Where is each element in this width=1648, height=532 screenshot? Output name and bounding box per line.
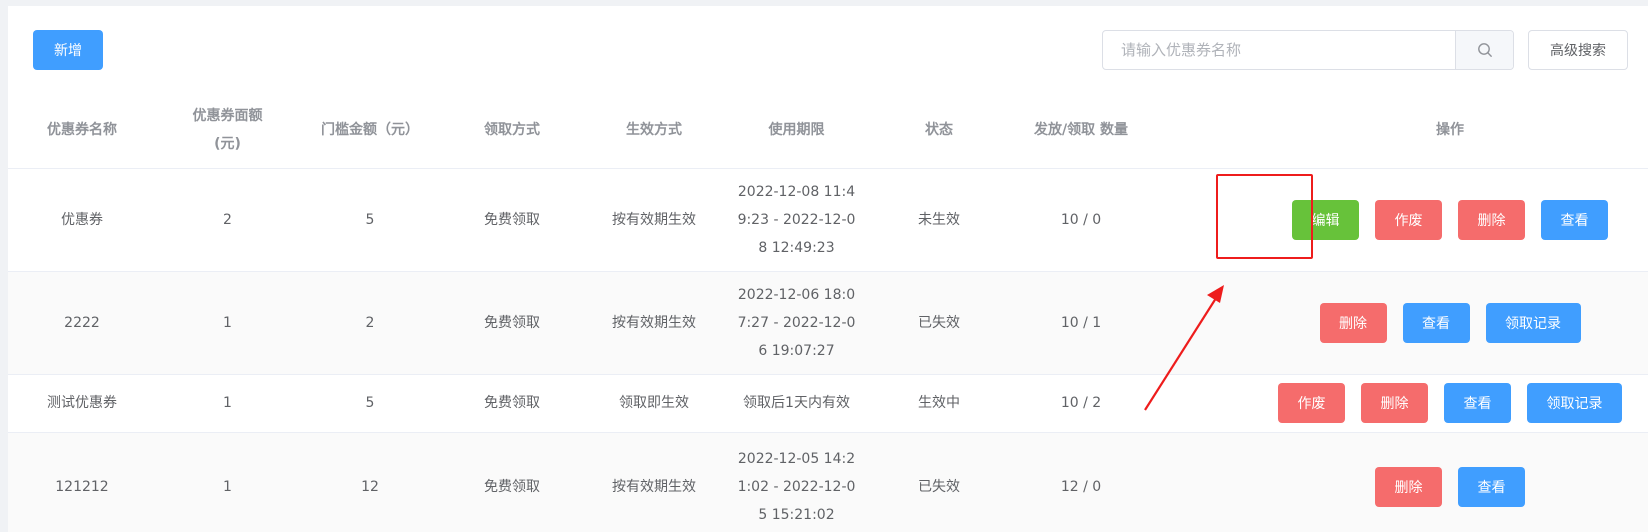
cell-status: 已失效 bbox=[868, 432, 1010, 532]
header-effective-method: 生效方式 bbox=[583, 92, 725, 169]
cell-threshold: 12 bbox=[299, 432, 441, 532]
header-quantity: 发放/领取 数量 bbox=[1010, 92, 1152, 169]
table-row: 2222 1 2 免费领取 按有效期生效 2022-12-06 18:0 7:2… bbox=[8, 271, 1648, 375]
cell-threshold: 5 bbox=[299, 374, 441, 433]
header-face-value-line2: (元) bbox=[214, 135, 241, 152]
search-button[interactable] bbox=[1455, 31, 1513, 69]
cell-face-value: 1 bbox=[156, 432, 299, 532]
cell-actions: 作废 删除 查看 领取记录 bbox=[1152, 374, 1648, 433]
receive-records-button[interactable]: 领取记录 bbox=[1527, 383, 1622, 423]
validity-line: 2022-12-08 11:4 bbox=[737, 183, 856, 200]
advanced-search-button[interactable]: 高级搜索 bbox=[1528, 30, 1628, 70]
view-button[interactable]: 查看 bbox=[1541, 199, 1608, 240]
coupon-list-panel: 新增 高级搜索 优惠券名称 优惠券面额 (元) bbox=[8, 6, 1648, 532]
cell-name: 2222 bbox=[8, 271, 156, 375]
cell-actions: 删除 查看 bbox=[1152, 432, 1648, 532]
void-button[interactable]: 作废 bbox=[1375, 199, 1442, 240]
delete-button[interactable]: 删除 bbox=[1375, 467, 1442, 507]
header-actions: 操作 bbox=[1152, 92, 1648, 169]
header-face-value: 优惠券面额 (元) bbox=[156, 92, 299, 169]
header-face-value-line1: 优惠券面额 bbox=[192, 107, 263, 124]
validity-line: 2022-12-05 14:2 bbox=[737, 451, 856, 467]
add-coupon-button[interactable]: 新增 bbox=[33, 30, 103, 70]
coupon-name-search-input[interactable] bbox=[1103, 31, 1455, 69]
toolbar: 新增 高级搜索 bbox=[8, 6, 1648, 92]
cell-status: 已失效 bbox=[868, 271, 1010, 375]
cell-validity: 2022-12-08 11:4 9:23 - 2022-12-0 8 12:49… bbox=[725, 168, 868, 272]
table-row: 121212 1 12 免费领取 按有效期生效 2022-12-05 14:2 … bbox=[8, 432, 1648, 532]
cell-effective-method: 按有效期生效 bbox=[583, 271, 725, 375]
action-group: 作废 删除 查看 领取记录 bbox=[1158, 383, 1648, 423]
action-group: 删除 查看 bbox=[1158, 467, 1648, 507]
cell-receive-method: 免费领取 bbox=[441, 168, 583, 272]
edit-button[interactable]: 编辑 bbox=[1292, 199, 1359, 240]
cell-face-value: 1 bbox=[156, 271, 299, 375]
cell-quantity: 10 / 1 bbox=[1010, 271, 1152, 375]
cell-status: 生效中 bbox=[868, 374, 1010, 433]
action-group: 编辑 作废 删除 查看 bbox=[1158, 199, 1648, 240]
header-receive-method: 领取方式 bbox=[441, 92, 583, 169]
validity-line: 1:02 - 2022-12-0 bbox=[737, 479, 856, 495]
search-box bbox=[1102, 30, 1514, 70]
receive-records-button[interactable]: 领取记录 bbox=[1485, 302, 1581, 343]
cell-name: 优惠券 bbox=[8, 168, 156, 272]
header-status: 状态 bbox=[868, 92, 1010, 169]
validity-line: 6 19:07:27 bbox=[758, 342, 835, 359]
cell-receive-method: 免费领取 bbox=[441, 271, 583, 375]
cell-face-value: 2 bbox=[156, 168, 299, 272]
cell-name: 121212 bbox=[8, 432, 156, 532]
cell-threshold: 2 bbox=[299, 271, 441, 375]
validity-line: 2022-12-06 18:0 bbox=[737, 286, 856, 303]
header-name: 优惠券名称 bbox=[8, 92, 156, 169]
cell-quantity: 10 / 0 bbox=[1010, 168, 1152, 272]
cell-face-value: 1 bbox=[156, 374, 299, 433]
cell-quantity: 10 / 2 bbox=[1010, 374, 1152, 433]
action-group: 删除 查看 领取记录 bbox=[1158, 302, 1648, 343]
cell-validity: 2022-12-05 14:2 1:02 - 2022-12-0 5 15:21… bbox=[725, 432, 868, 532]
void-button[interactable]: 作废 bbox=[1278, 383, 1345, 423]
cell-status: 未生效 bbox=[868, 168, 1010, 272]
validity-line: 5 15:21:02 bbox=[758, 507, 835, 523]
cell-actions: 编辑 作废 删除 查看 bbox=[1152, 168, 1648, 272]
cell-validity: 2022-12-06 18:0 7:27 - 2022-12-0 6 19:07… bbox=[725, 271, 868, 375]
cell-effective-method: 领取即生效 bbox=[583, 374, 725, 433]
cell-effective-method: 按有效期生效 bbox=[583, 432, 725, 532]
cell-receive-method: 免费领取 bbox=[441, 432, 583, 532]
delete-button[interactable]: 删除 bbox=[1319, 302, 1387, 343]
cell-name: 测试优惠券 bbox=[8, 374, 156, 433]
cell-actions: 删除 查看 领取记录 bbox=[1152, 271, 1648, 375]
view-button[interactable]: 查看 bbox=[1458, 467, 1525, 507]
validity-line: 8 12:49:23 bbox=[758, 239, 835, 256]
view-button[interactable]: 查看 bbox=[1444, 383, 1511, 423]
view-button[interactable]: 查看 bbox=[1402, 302, 1470, 343]
table-header-row: 优惠券名称 优惠券面额 (元) 门槛金额（元） 领取方式 生效方式 使用期限 状… bbox=[8, 92, 1648, 169]
delete-button[interactable]: 删除 bbox=[1361, 383, 1428, 423]
table-row: 测试优惠券 1 5 免费领取 领取即生效 领取后1天内有效 生效中 10 / 2… bbox=[8, 374, 1648, 433]
coupon-table: 优惠券名称 优惠券面额 (元) 门槛金额（元） 领取方式 生效方式 使用期限 状… bbox=[8, 92, 1648, 532]
search-icon bbox=[1477, 43, 1492, 57]
header-validity: 使用期限 bbox=[725, 92, 868, 169]
cell-effective-method: 按有效期生效 bbox=[583, 168, 725, 272]
validity-line: 7:27 - 2022-12-0 bbox=[737, 314, 856, 331]
cell-threshold: 5 bbox=[299, 168, 441, 272]
cell-receive-method: 免费领取 bbox=[441, 374, 583, 433]
table-row: 优惠券 2 5 免费领取 按有效期生效 2022-12-08 11:4 9:23… bbox=[8, 168, 1648, 272]
cell-quantity: 12 / 0 bbox=[1010, 432, 1152, 532]
cell-validity: 领取后1天内有效 bbox=[725, 374, 868, 433]
validity-line: 9:23 - 2022-12-0 bbox=[737, 211, 856, 228]
delete-button[interactable]: 删除 bbox=[1458, 199, 1525, 240]
header-threshold: 门槛金额（元） bbox=[299, 92, 441, 169]
